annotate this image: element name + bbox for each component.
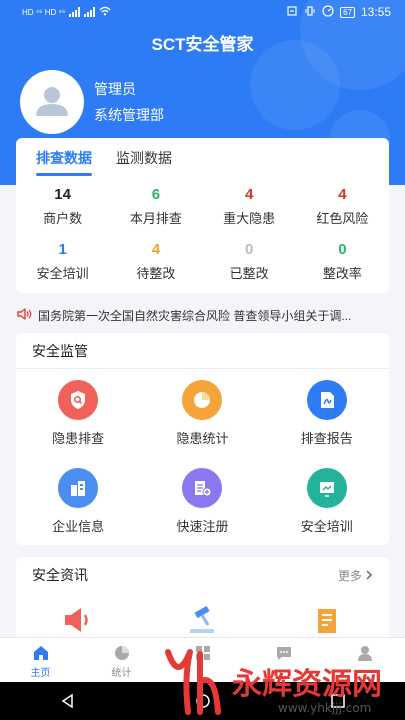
stat-monthly-inspections[interactable]: 6 本月排查 xyxy=(109,186,202,227)
nav-messages[interactable] xyxy=(243,638,324,682)
user-department: 系统管理部 xyxy=(94,107,164,123)
nav-apps[interactable] xyxy=(162,638,243,682)
nav-home[interactable]: 主页 xyxy=(0,638,81,682)
wifi-icon xyxy=(99,6,111,18)
stat-label: 已整改 xyxy=(229,266,269,281)
tab-inspection-data[interactable]: 排查数据 xyxy=(36,138,92,178)
user-icon xyxy=(357,646,372,661)
grid-item-label: 排查报告 xyxy=(300,430,353,446)
stats-card: 排查数据 监测数据 14 商户数 6 本月排查 4 重大隐患 4 红色风险 1 … xyxy=(16,138,389,293)
training-icon xyxy=(306,467,347,508)
system-nav-bar xyxy=(0,682,405,720)
vibrate-icon xyxy=(304,5,316,20)
stat-value: 6 xyxy=(151,186,161,203)
avatar[interactable] xyxy=(20,70,84,134)
grid-item-label: 快速注册 xyxy=(176,518,229,534)
grid-item-quick-register[interactable]: 快速注册 xyxy=(140,457,264,545)
grid-item-enterprise-info[interactable]: 企业信息 xyxy=(16,457,140,545)
clock: 13:55 xyxy=(360,5,391,19)
stat-value: 0 xyxy=(244,241,254,258)
notice-bar[interactable]: 国务院第一次全国自然灾害综合风险 普查领导小组关于调... xyxy=(16,305,389,325)
safety-supervision-card: 安全监管 隐患排查 隐患统计 排查报告 企业信息 快速注册 安全培训 xyxy=(16,333,389,545)
stat-rectified[interactable]: 0 已整改 xyxy=(203,241,296,282)
grid-item-hazard-statistics[interactable]: 隐患统计 xyxy=(140,369,264,457)
megaphone-icon xyxy=(16,307,32,324)
stat-value: 4 xyxy=(244,186,254,203)
grid-item-label: 安全培训 xyxy=(300,518,353,534)
bottom-nav: 主页 统计 xyxy=(0,637,405,682)
signal-indicators: HD ⁴⁶ HD ⁴⁶ xyxy=(22,6,111,18)
safety-news-card: 安全资讯 更多 xyxy=(16,557,389,647)
recents-square-icon xyxy=(330,694,345,708)
speaker-icon[interactable] xyxy=(61,605,95,640)
nav-label: 统计 xyxy=(111,668,132,679)
grid-item-inspection-report[interactable]: 排查报告 xyxy=(265,369,389,457)
pie-chart-icon xyxy=(182,379,223,420)
notice-text: 国务院第一次全国自然灾害综合风险 普查领导小组关于调... xyxy=(38,308,352,323)
stat-value: 4 xyxy=(151,241,161,258)
stat-value: 1 xyxy=(58,241,67,258)
stat-label: 本月排查 xyxy=(129,211,182,226)
network-label: HD ⁴⁶ HD ⁴⁶ xyxy=(22,7,66,17)
stat-pending-rectification[interactable]: 4 待整改 xyxy=(109,241,202,282)
back-button[interactable] xyxy=(56,689,80,713)
user-profile[interactable]: 管理员 系统管理部 xyxy=(20,70,164,134)
pdf-report-icon xyxy=(306,379,347,420)
recents-button[interactable] xyxy=(326,689,350,713)
stats-tabs: 排查数据 监测数据 xyxy=(16,138,389,178)
stat-label: 安全培训 xyxy=(36,266,89,281)
stat-label: 重大隐患 xyxy=(223,211,276,226)
notification-icon xyxy=(286,5,298,20)
stat-label: 整改率 xyxy=(322,266,362,281)
stat-red-risks[interactable]: 4 红色风险 xyxy=(296,186,389,227)
grid-item-safety-training[interactable]: 安全培训 xyxy=(265,457,389,545)
message-icon xyxy=(276,647,291,660)
home-circle-icon xyxy=(195,694,210,708)
register-icon xyxy=(182,467,223,508)
home-button[interactable] xyxy=(191,689,215,713)
nav-label: 主页 xyxy=(30,668,51,679)
more-link[interactable]: 更多 xyxy=(338,567,373,584)
user-name: 管理员 xyxy=(94,81,136,97)
stat-major-hazards[interactable]: 4 重大隐患 xyxy=(203,186,296,227)
section-title: 安全资讯 xyxy=(32,567,88,583)
building-icon xyxy=(58,467,99,508)
grid-item-label: 企业信息 xyxy=(52,518,105,534)
back-triangle-icon xyxy=(61,693,73,709)
grid-item-label: 隐患统计 xyxy=(176,430,229,446)
stat-safety-training[interactable]: 1 安全培训 xyxy=(16,241,109,282)
stat-merchants[interactable]: 14 商户数 xyxy=(16,186,109,227)
page-title: SCT安全管家 xyxy=(151,35,254,54)
stat-value: 0 xyxy=(338,241,347,258)
battery-icon: 67 xyxy=(340,6,355,18)
tab-monitoring-data[interactable]: 监测数据 xyxy=(116,138,172,178)
more-label: 更多 xyxy=(337,568,362,583)
search-shield-icon xyxy=(58,379,99,420)
stat-label: 商户数 xyxy=(43,211,83,226)
chart-icon xyxy=(114,646,129,660)
user-avatar-icon xyxy=(36,87,68,116)
nav-profile[interactable] xyxy=(324,638,405,682)
status-bar: HD ⁴⁶ HD ⁴⁶ 67 13:55 xyxy=(0,0,405,24)
home-icon xyxy=(33,646,48,660)
stat-label: 待整改 xyxy=(136,266,176,281)
grid-item-label: 隐患排查 xyxy=(52,430,105,446)
stat-rectification-rate[interactable]: 0 整改率 xyxy=(296,241,389,282)
stat-value: 14 xyxy=(54,186,71,203)
signal-icon-2 xyxy=(84,7,96,17)
signal-icon xyxy=(69,7,81,17)
section-title: 安全监管 xyxy=(16,333,389,369)
speed-icon xyxy=(322,4,334,20)
apps-icon xyxy=(195,646,210,660)
grid-item-hazard-inspection[interactable]: 隐患排查 xyxy=(16,369,140,457)
stat-label: 红色风险 xyxy=(316,211,369,226)
stat-value: 4 xyxy=(338,186,347,203)
chevron-right-icon xyxy=(366,570,373,580)
gavel-icon[interactable] xyxy=(185,605,219,640)
nav-statistics[interactable]: 统计 xyxy=(81,638,162,682)
document-icon[interactable] xyxy=(310,605,344,640)
